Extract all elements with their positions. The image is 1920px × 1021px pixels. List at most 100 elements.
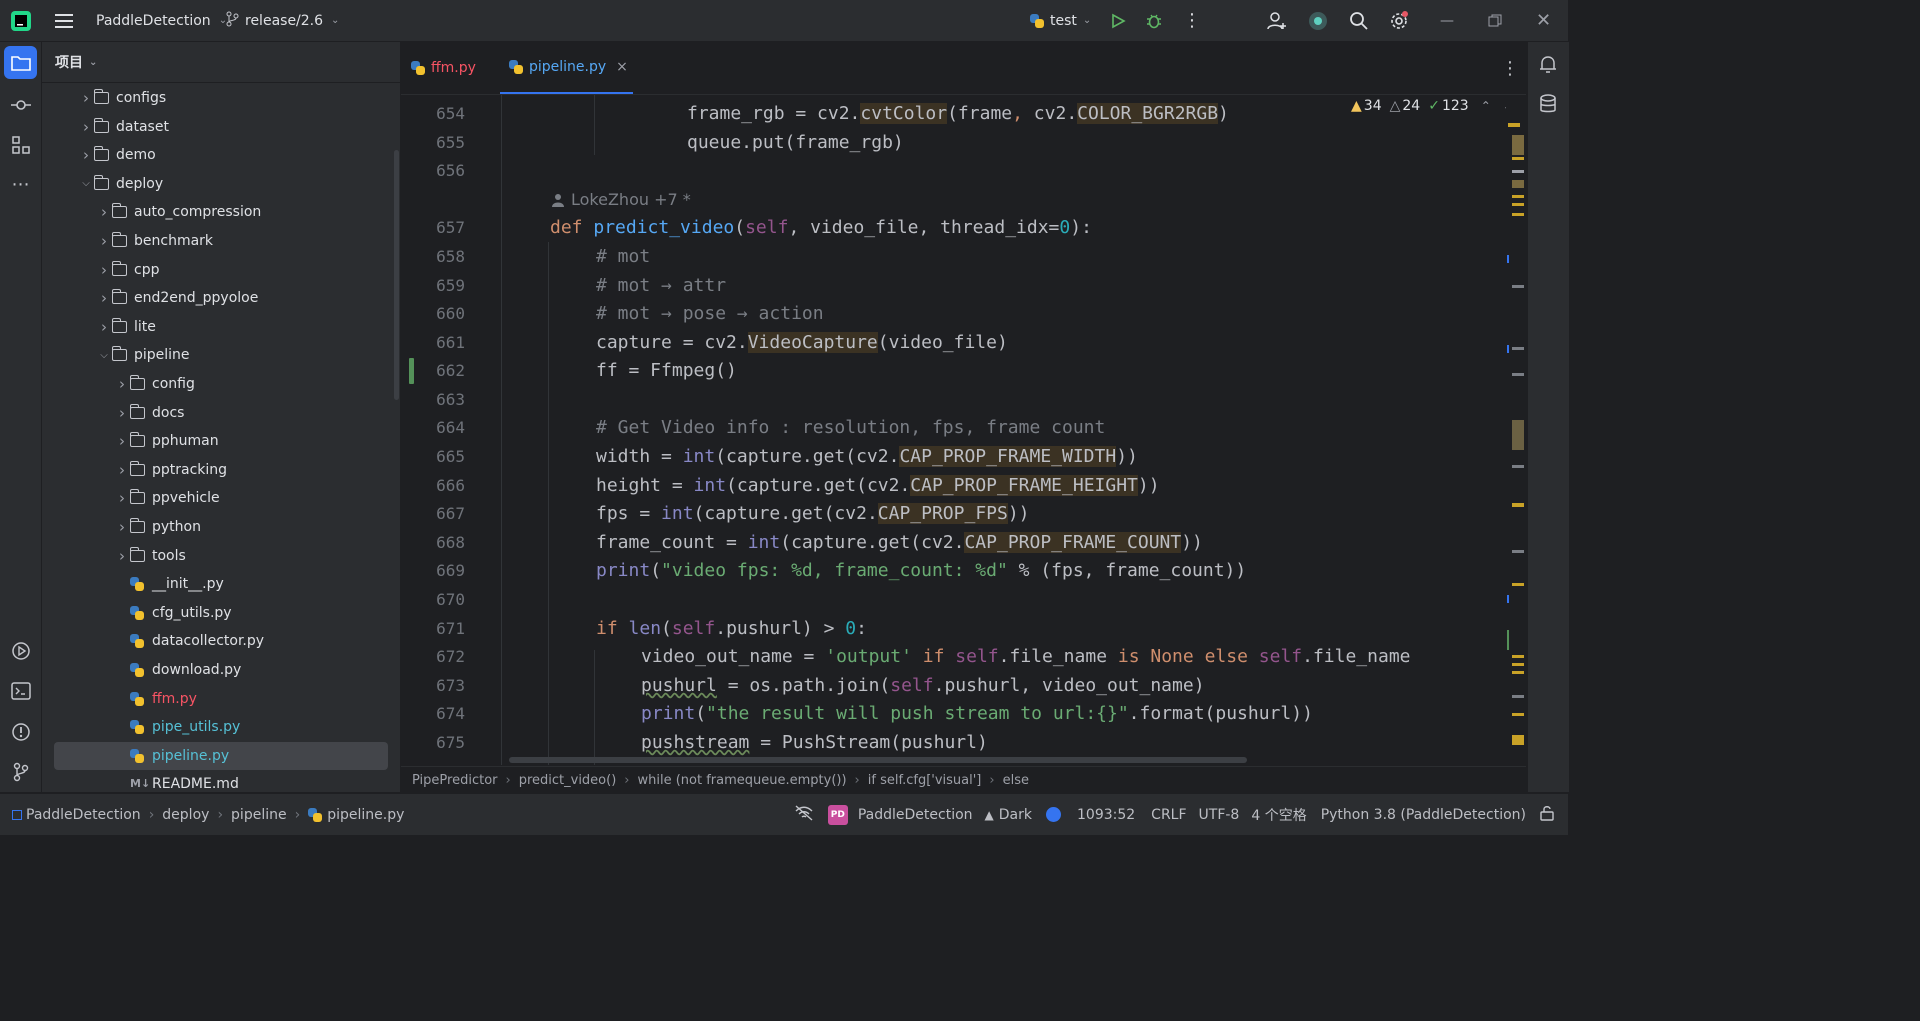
tree-folder[interactable]: › pphuman	[42, 427, 400, 455]
tree-folder[interactable]: ⌵ deploy	[42, 170, 400, 198]
chevron-down-icon[interactable]: ⌵	[78, 178, 94, 189]
chevron-right-icon[interactable]: ›	[96, 318, 112, 336]
structure-tool-button[interactable]	[4, 128, 37, 161]
tree-folder[interactable]: › end2end_ppyoloe	[42, 284, 400, 312]
tree-folder[interactable]: › tools	[42, 542, 400, 570]
code-editor[interactable]: frame_rgb = cv2.cvtColor(frame, cv2.COLO…	[501, 95, 1506, 765]
ai-assistant-icon[interactable]	[1307, 0, 1329, 41]
tree-file[interactable]: pipe_utils.py	[42, 713, 400, 741]
author-hint[interactable]: LokeZhou +7 *	[551, 190, 691, 209]
terminal-tool-button[interactable]	[4, 674, 37, 707]
tree-folder[interactable]: › pptracking	[42, 456, 400, 484]
more-tools-icon[interactable]: ⋯	[4, 168, 37, 201]
tab-pipeline[interactable]: pipeline.py ×	[500, 42, 633, 94]
chevron-right-icon[interactable]: ›	[114, 404, 130, 422]
tree-folder[interactable]: › auto_compression	[42, 198, 400, 226]
restore-window-icon[interactable]	[1488, 0, 1502, 41]
status-project[interactable]: PaddleDetection	[858, 807, 973, 823]
chevron-right-icon[interactable]: ›	[114, 547, 130, 565]
minimize-icon[interactable]: —	[1440, 0, 1454, 41]
chevron-right-icon[interactable]: ›	[114, 518, 130, 536]
status-theme[interactable]: Dark	[999, 807, 1032, 823]
inspection-widget[interactable]: ▲ 34 △ 24 ✓ 123 ⌃ ⌄	[1347, 98, 1506, 114]
problems-tool-button[interactable]	[4, 715, 37, 748]
run-button[interactable]	[1110, 0, 1126, 41]
chevron-right-icon[interactable]: ›	[114, 432, 130, 450]
breadcrumb-item[interactable]: if self.cfg['visual']	[868, 773, 982, 788]
horizontal-scrollbar[interactable]	[509, 757, 1247, 763]
chevron-right-icon[interactable]: ›	[96, 261, 112, 279]
tab-ffm[interactable]: ffm.py	[411, 42, 496, 94]
tree-folder[interactable]: ⌵ pipeline	[42, 341, 400, 369]
tree-folder[interactable]: › config	[42, 370, 400, 398]
tab-options-icon[interactable]: ⋮	[1501, 58, 1519, 79]
status-path-item[interactable]: pipeline.py	[327, 807, 404, 823]
debug-button[interactable]	[1145, 0, 1163, 41]
file-encoding[interactable]: UTF-8	[1199, 807, 1240, 823]
tree-folder[interactable]: › dataset	[42, 113, 400, 141]
chevron-down-icon[interactable]: ⌵	[96, 350, 112, 361]
vcs-change-marker[interactable]	[409, 358, 414, 384]
chevron-right-icon[interactable]: ›	[96, 289, 112, 307]
code-with-me-icon[interactable]	[1266, 0, 1288, 41]
chevron-right-icon[interactable]: ›	[78, 89, 94, 107]
settings-gear-icon[interactable]	[1388, 0, 1410, 41]
caret-position[interactable]: 1093:52	[1077, 807, 1135, 823]
chevron-right-icon[interactable]: ›	[96, 203, 112, 221]
notifications-bell-icon[interactable]	[1538, 54, 1558, 78]
breadcrumb-item[interactable]: predict_video()	[519, 773, 617, 788]
close-tab-icon[interactable]: ×	[616, 59, 628, 75]
chevron-right-icon[interactable]: ›	[78, 146, 94, 164]
tree-folder[interactable]: › demo	[42, 141, 400, 169]
tree-file[interactable]: pipeline.py	[42, 741, 400, 770]
status-path-item[interactable]: deploy	[162, 807, 209, 823]
tree-folder[interactable]: › configs	[42, 84, 400, 112]
tree-folder[interactable]: › ppvehicle	[42, 484, 400, 512]
chevron-right-icon[interactable]: ›	[96, 232, 112, 250]
more-actions-icon[interactable]: ⋮	[1183, 0, 1201, 41]
database-icon[interactable]	[1539, 94, 1557, 118]
tree-folder[interactable]: › python	[42, 513, 400, 541]
chevron-right-icon[interactable]: ›	[114, 489, 130, 507]
project-tool-button[interactable]	[4, 46, 37, 79]
chevron-right-icon[interactable]: ›	[78, 118, 94, 136]
read-only-lock-icon[interactable]	[1540, 805, 1554, 825]
tree-file[interactable]: cfg_utils.py	[42, 599, 400, 627]
breadcrumb-item[interactable]: while (not framequeue.empty())	[637, 773, 846, 788]
title-bar: PaddleDetection ⌄ release/2.6 ⌄ test ⌄ ⋮…	[0, 0, 1568, 42]
tree-folder[interactable]: › lite	[42, 313, 400, 341]
close-window-icon[interactable]: ✕	[1536, 0, 1551, 41]
status-path-item[interactable]: PaddleDetection	[26, 807, 141, 823]
run-config-selector[interactable]: test ⌄	[1030, 0, 1091, 41]
status-path-item[interactable]: pipeline	[231, 807, 287, 823]
assistant-status-icon[interactable]	[1046, 807, 1061, 822]
folder-icon	[130, 375, 148, 391]
breadcrumb-item[interactable]: PipePredictor	[412, 773, 498, 788]
commit-tool-button[interactable]	[4, 88, 37, 121]
tree-file[interactable]: ffm.py	[42, 685, 400, 713]
tree-scrollbar[interactable]	[394, 150, 399, 400]
tree-file[interactable]: datacollector.py	[42, 627, 400, 655]
search-icon[interactable]	[1349, 0, 1369, 41]
breadcrumb-item[interactable]: else	[1003, 773, 1029, 788]
indent-setting[interactable]: 4 个空格	[1251, 805, 1306, 825]
chevron-right-icon[interactable]: ›	[114, 461, 130, 479]
python-interpreter[interactable]: Python 3.8 (PaddleDetection)	[1321, 807, 1526, 823]
no-internet-icon[interactable]	[794, 804, 814, 825]
tree-file[interactable]: M↓ README.md	[42, 770, 400, 792]
project-selector[interactable]: PaddleDetection ⌄	[96, 0, 227, 41]
tree-file[interactable]: __init__.py	[42, 570, 400, 598]
error-stripe[interactable]	[1506, 95, 1526, 765]
chevron-right-icon[interactable]: ›	[114, 375, 130, 393]
services-tool-button[interactable]	[4, 634, 37, 667]
tree-folder[interactable]: › cpp	[42, 256, 400, 284]
branch-selector[interactable]: release/2.6 ⌄	[225, 0, 339, 41]
tree-file[interactable]: download.py	[42, 656, 400, 684]
tree-folder[interactable]: › benchmark	[42, 227, 400, 255]
tree-folder[interactable]: › docs	[42, 399, 400, 427]
previous-highlight-icon[interactable]: ⌃	[1481, 99, 1491, 113]
main-menu-icon[interactable]	[55, 0, 75, 41]
project-panel-header[interactable]: 项目 ⌄	[55, 52, 97, 72]
line-separator[interactable]: CRLF	[1151, 807, 1186, 823]
git-tool-button[interactable]	[4, 755, 37, 788]
